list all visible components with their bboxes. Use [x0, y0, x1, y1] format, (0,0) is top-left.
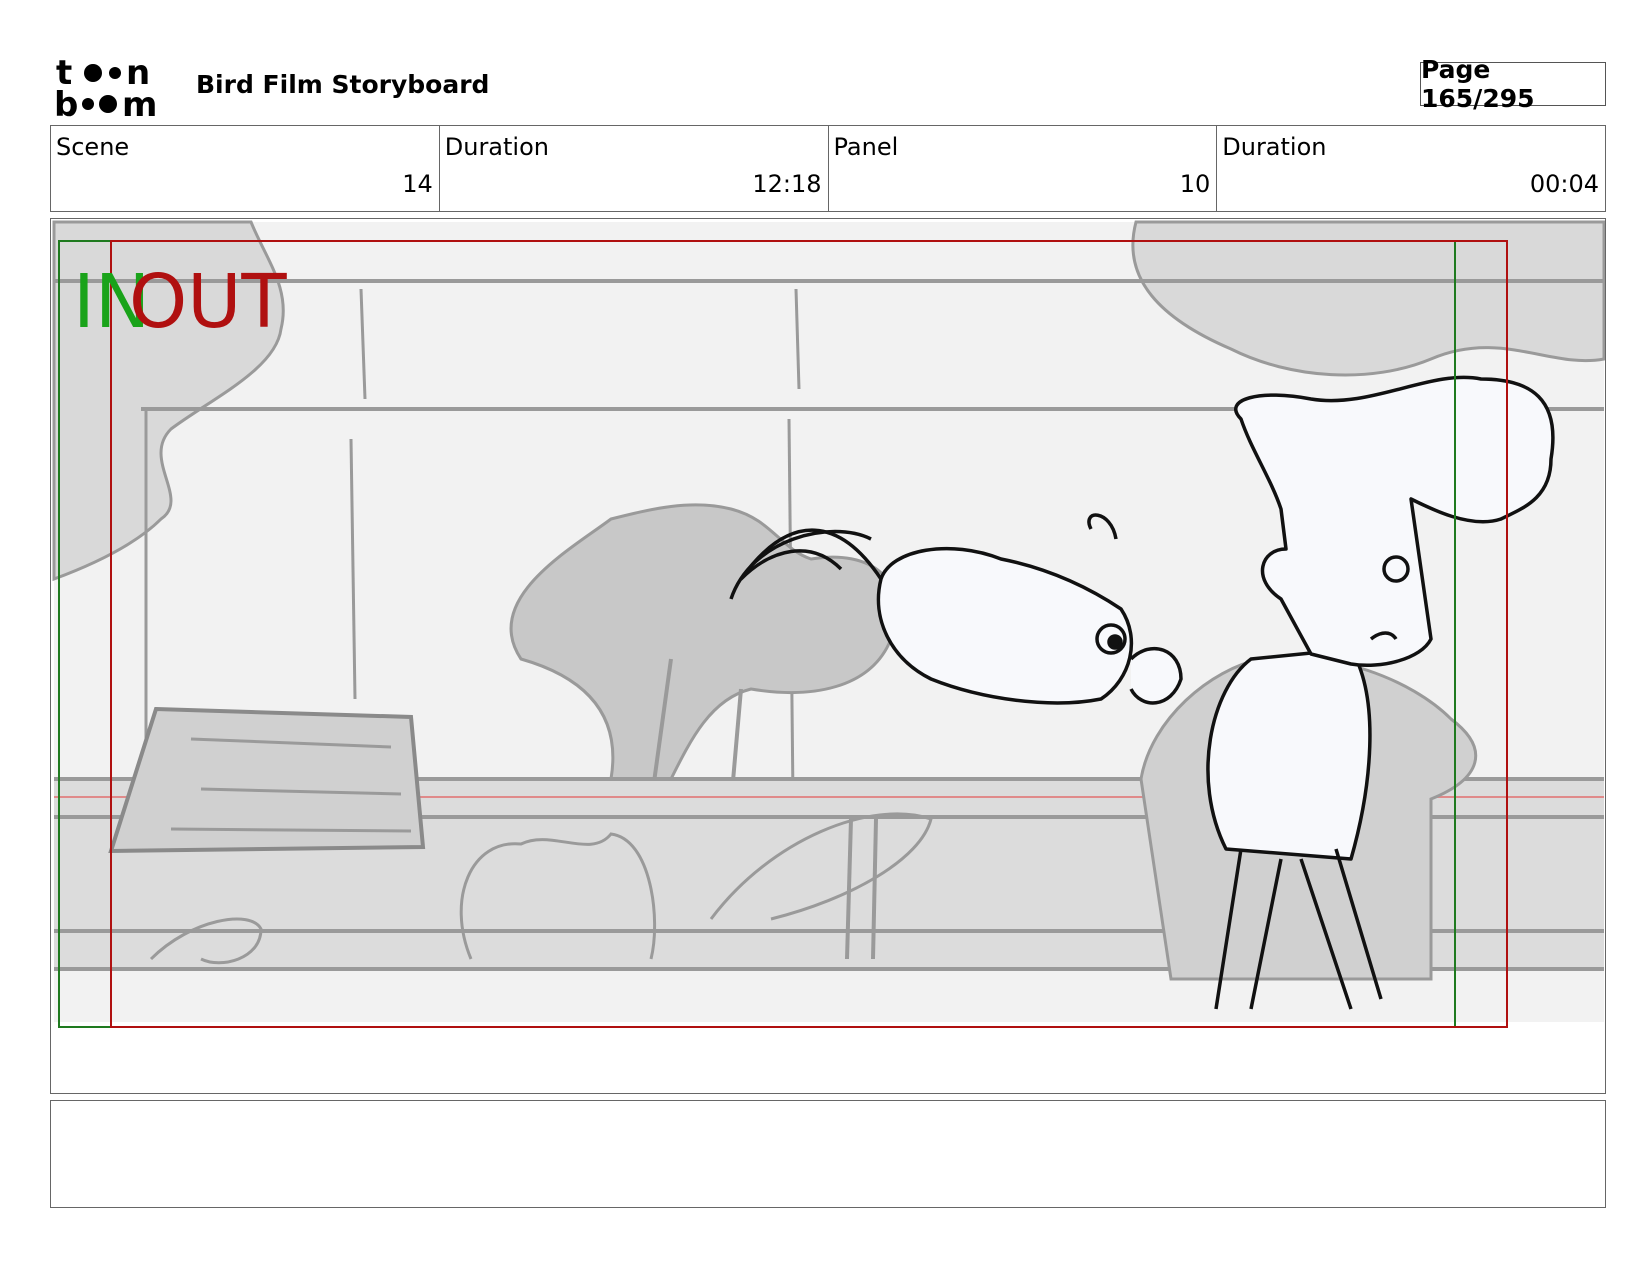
notes-box [50, 1100, 1606, 1208]
scene-duration-cell: Duration 12:18 [440, 126, 829, 211]
panel-sketch: IN OUT [52, 220, 1605, 1028]
toon-boom-logo: t n b m [54, 54, 157, 118]
storyboard-panel: IN OUT [50, 218, 1606, 1094]
panel-cell: Panel 10 [829, 126, 1218, 211]
scene-duration-label: Duration [444, 133, 549, 161]
scene-duration-value: 12:18 [752, 170, 822, 198]
scene-value: 14 [402, 170, 433, 198]
svg-text:m: m [122, 85, 157, 118]
page-number: Page 165/295 [1420, 55, 1606, 113]
panel-value: 10 [1179, 170, 1211, 198]
panel-duration-label: Duration [1222, 133, 1327, 161]
panel-duration-value: 00:04 [1529, 170, 1599, 198]
document-title: Bird Film Storyboard [196, 70, 490, 99]
panel-label: Panel [833, 133, 899, 161]
info-table: Scene 14 Duration 12:18 Panel 10 Duratio… [50, 125, 1606, 212]
out-label: OUT [129, 259, 287, 345]
panel-duration-cell: Duration 00:04 [1217, 126, 1605, 211]
scene-cell: Scene 14 [51, 126, 440, 211]
scene-label: Scene [56, 133, 130, 161]
svg-text:b: b [54, 85, 78, 118]
